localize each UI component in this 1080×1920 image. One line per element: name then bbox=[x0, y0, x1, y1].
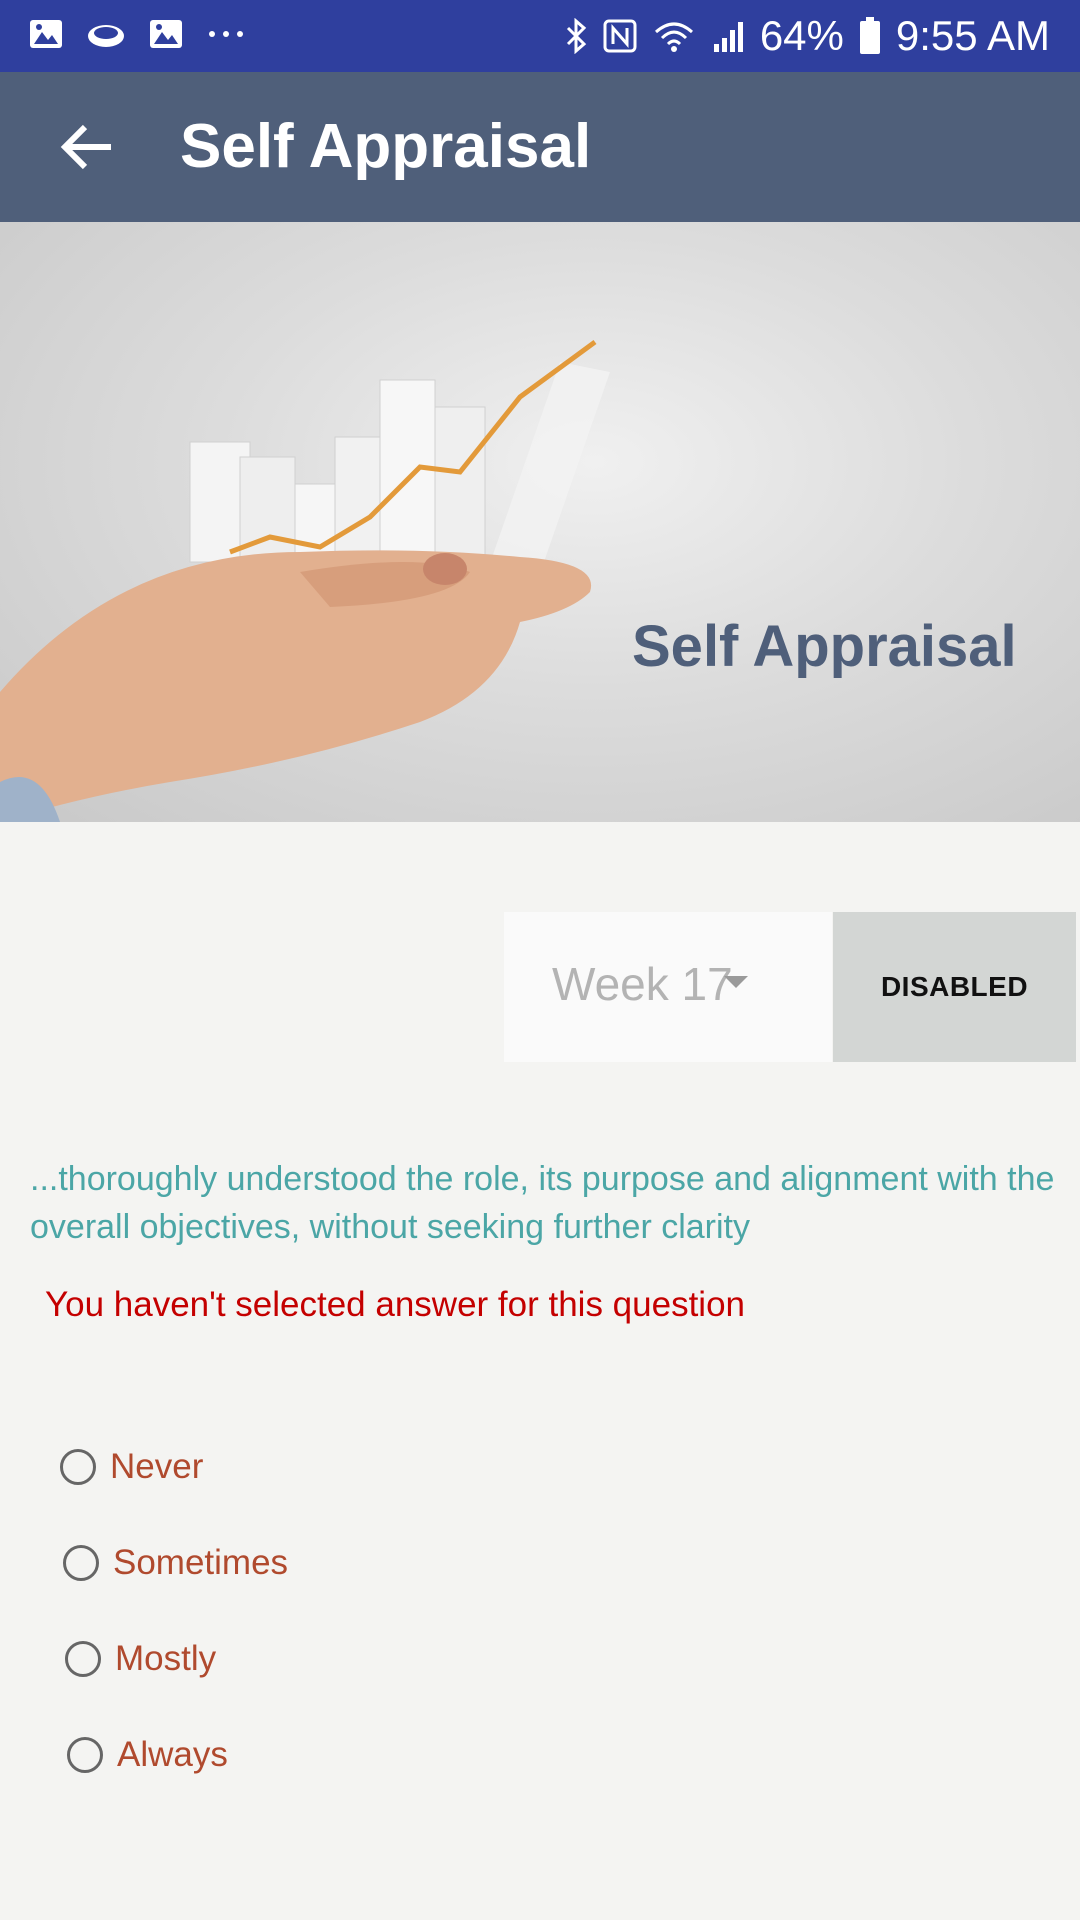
option-always[interactable]: Always bbox=[67, 1725, 228, 1785]
option-label: Sometimes bbox=[113, 1543, 289, 1582]
nfc-icon bbox=[603, 19, 637, 53]
status-bar: 64% 9:55 AM bbox=[0, 0, 1080, 72]
option-never[interactable]: Never bbox=[60, 1437, 203, 1497]
arrow-left-icon bbox=[60, 124, 111, 170]
radio-button[interactable] bbox=[60, 1449, 96, 1485]
bluetooth-icon bbox=[566, 18, 587, 54]
back-button[interactable] bbox=[52, 112, 122, 182]
question-text: ...thoroughly understood the role, its p… bbox=[30, 1160, 1055, 1246]
battery-percent: 64% bbox=[759, 12, 844, 59]
more-dots-icon bbox=[209, 31, 243, 37]
week-dropdown-value: Week 17 bbox=[552, 958, 733, 1010]
page-title: Self Appraisal bbox=[180, 112, 592, 181]
disabled-button[interactable]: DISABLED bbox=[833, 912, 1076, 1062]
gallery-icon bbox=[30, 20, 62, 48]
validation-error: You haven't selected answer for this que… bbox=[45, 1285, 745, 1324]
hand-chart-illustration bbox=[0, 339, 610, 822]
option-label: Never bbox=[110, 1447, 204, 1486]
clock: 9:55 AM bbox=[895, 12, 1050, 59]
option-label: Always bbox=[117, 1735, 228, 1774]
week-dropdown[interactable]: Week 17 bbox=[504, 912, 832, 1062]
option-label: Mostly bbox=[115, 1639, 217, 1678]
option-mostly[interactable]: Mostly bbox=[65, 1629, 216, 1689]
signal-icon bbox=[713, 22, 743, 52]
app-bar: Self Appraisal bbox=[0, 72, 1080, 222]
radio-button[interactable] bbox=[63, 1545, 99, 1581]
cloud-icon bbox=[88, 25, 124, 47]
wifi-icon bbox=[654, 22, 693, 52]
banner-title: Self Appraisal bbox=[632, 614, 1017, 679]
dropdown-arrow-icon bbox=[724, 976, 748, 988]
battery-icon bbox=[859, 17, 880, 54]
radio-button[interactable] bbox=[65, 1641, 101, 1677]
banner-image: Self Appraisal bbox=[0, 222, 1080, 822]
option-sometimes[interactable]: Sometimes bbox=[63, 1533, 288, 1593]
gallery-icon bbox=[150, 20, 182, 48]
radio-button[interactable] bbox=[67, 1737, 103, 1773]
